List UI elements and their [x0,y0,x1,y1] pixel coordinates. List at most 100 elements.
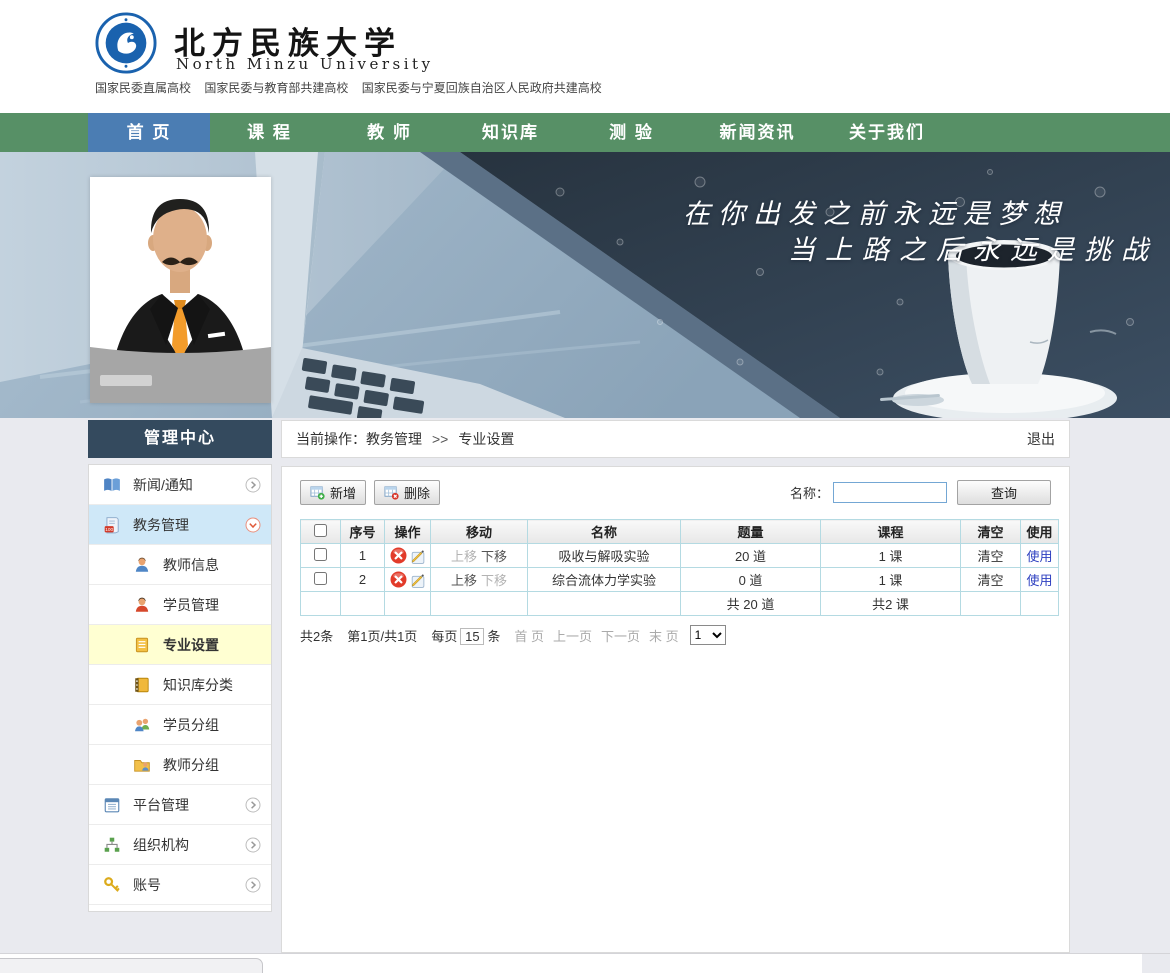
chevron-down-icon [245,517,261,533]
sidebar-item-label: 专业设置 [163,635,219,655]
sidebar-item-knowledge-category[interactable]: 知识库分类 [89,665,271,705]
notebook-icon [133,676,151,694]
sidebar-item-platform-mgmt[interactable]: 平台管理 [89,785,271,825]
search-label: 名称： [790,483,829,502]
chevron-right-icon [245,477,261,493]
total-count: 共2条 [300,626,333,645]
use-link[interactable]: 使用 [1026,573,1052,588]
nav-item-tests[interactable]: 测 验 [571,113,692,152]
sidebar-item-organization[interactable]: 组织机构 [89,825,271,865]
sidebar-item-teacher-info[interactable]: 教师信息 [89,545,271,585]
query-button[interactable]: 查询 [957,480,1051,505]
questions-cell: 20 道 [681,544,821,568]
sidebar-item-label: 知识库分类 [163,675,233,695]
edit-row-icon[interactable] [409,571,426,588]
next-page-link[interactable]: 下一页 [601,626,640,645]
row-checkbox[interactable] [314,572,327,585]
col-seq: 序号 [341,520,385,544]
tagline: 国家民委与宁夏回族自治区人民政府共建高校 [362,81,602,95]
clear-link[interactable]: 清空 [977,549,1003,564]
col-course: 课程 [821,520,961,544]
sidebar-item-academic-mgmt[interactable]: 100 教务管理 [89,505,271,545]
action-cell [385,544,431,568]
sidebar-item-account[interactable]: 账号 [89,865,271,905]
sidebar-menu: 新闻/通知 100 教务管理 教师信息 学员管理 专业设置 [88,464,272,912]
last-page-link[interactable]: 末 页 [649,626,679,645]
sidebar-item-label: 教师信息 [163,555,219,575]
course-total-cell: 共2 课 [821,592,961,616]
chevron-right-icon [245,877,261,893]
sidebar-item-student-groups[interactable]: 学员分组 [89,705,271,745]
col-questions: 题量 [681,520,821,544]
toolbar: 新增 删除 名称： 查询 [300,480,1051,505]
sidebar-item-label: 教师分组 [163,755,219,775]
sidebar-item-news[interactable]: 新闻/通知 [89,465,271,505]
per-page-prefix: 每页 [431,629,457,644]
nav-item-knowledge[interactable]: 知识库 [450,113,571,152]
page-footer [0,953,1170,973]
nav-item-about[interactable]: 关于我们 [823,113,951,152]
per-page-input[interactable]: 15 [460,628,484,645]
nav-item-teachers[interactable]: 教 师 [329,113,450,152]
major-card-icon [133,636,151,654]
add-table-icon [310,485,325,500]
row-checkbox[interactable] [314,548,327,561]
edit-row-icon[interactable] [409,547,426,564]
main-nav: 首 页 课 程 教 师 知识库 测 验 新闻资讯 关于我们 [0,113,1170,152]
name-cell: 综合流体力学实验 [528,568,681,592]
delete-button[interactable]: 删除 [374,480,440,505]
move-up-link: 上移 [451,549,477,564]
per-page-group: 每页15条 [431,626,500,645]
footer-right-gutter [1142,954,1170,973]
add-button[interactable]: 新增 [300,480,366,505]
sidebar-title: 管理中心 [88,420,272,458]
prev-page-link[interactable]: 上一页 [553,626,592,645]
action-cell [385,568,431,592]
sidebar-item-label: 教务管理 [133,515,189,535]
delete-row-icon[interactable] [390,571,407,588]
svg-text:100: 100 [105,526,113,532]
sidebar-item-label: 新闻/通知 [133,475,193,495]
exam-doc-icon: 100 [103,516,121,534]
first-page-link[interactable]: 首 页 [514,626,544,645]
nav-item-courses[interactable]: 课 程 [210,113,329,152]
course-cell: 1 课 [821,544,961,568]
seq-cell: 2 [341,568,385,592]
admin-area: 管理中心 新闻/通知 100 教务管理 教师信息 学员管理 [0,418,1170,953]
move-down-link[interactable]: 下移 [481,549,507,564]
sidebar-item-major-settings[interactable]: 专业设置 [89,625,271,665]
use-link[interactable]: 使用 [1026,549,1052,564]
clear-link[interactable]: 清空 [977,573,1003,588]
breadcrumb-current: 专业设置 [458,431,514,447]
avatar-illustration-icon [90,177,271,403]
nav-item-home[interactable]: 首 页 [88,113,210,152]
name-search-input[interactable] [833,482,947,503]
logout-link[interactable]: 退出 [1027,421,1055,457]
orgchart-icon [103,836,121,854]
sidebar-item-teacher-groups[interactable]: 教师分组 [89,745,271,785]
delete-row-icon[interactable] [390,547,407,564]
col-move: 移动 [431,520,528,544]
university-taglines: 国家民委直属高校 国家民委与教育部共建高校 国家民委与宁夏回族自治区人民政府共建… [95,79,612,96]
page: 北方民族大学 North Minzu University 国家民委直属高校 国… [0,0,1170,973]
page-select[interactable]: 1 [690,625,726,645]
col-name: 名称 [528,520,681,544]
col-use: 使用 [1021,520,1059,544]
table-totals-row: 共 20 道 共2 课 [301,592,1059,616]
move-up-link[interactable]: 上移 [451,573,477,588]
add-button-label: 新增 [330,483,356,502]
move-cell: 上移下移 [431,568,528,592]
chevron-right-icon [245,797,261,813]
book-icon [103,476,121,494]
select-all-checkbox[interactable] [314,524,327,537]
sidebar-item-label: 学员分组 [163,715,219,735]
sidebar-item-label: 账号 [133,875,161,895]
name-cell: 吸收与解吸实验 [528,544,681,568]
footer-widget [0,958,263,973]
nav-item-news[interactable]: 新闻资讯 [692,113,823,152]
teacher-icon [133,556,151,574]
sidebar-item-student-mgmt[interactable]: 学员管理 [89,585,271,625]
seq-cell: 1 [341,544,385,568]
chevron-right-icon [245,837,261,853]
breadcrumb-section: 教务管理 [366,431,422,447]
